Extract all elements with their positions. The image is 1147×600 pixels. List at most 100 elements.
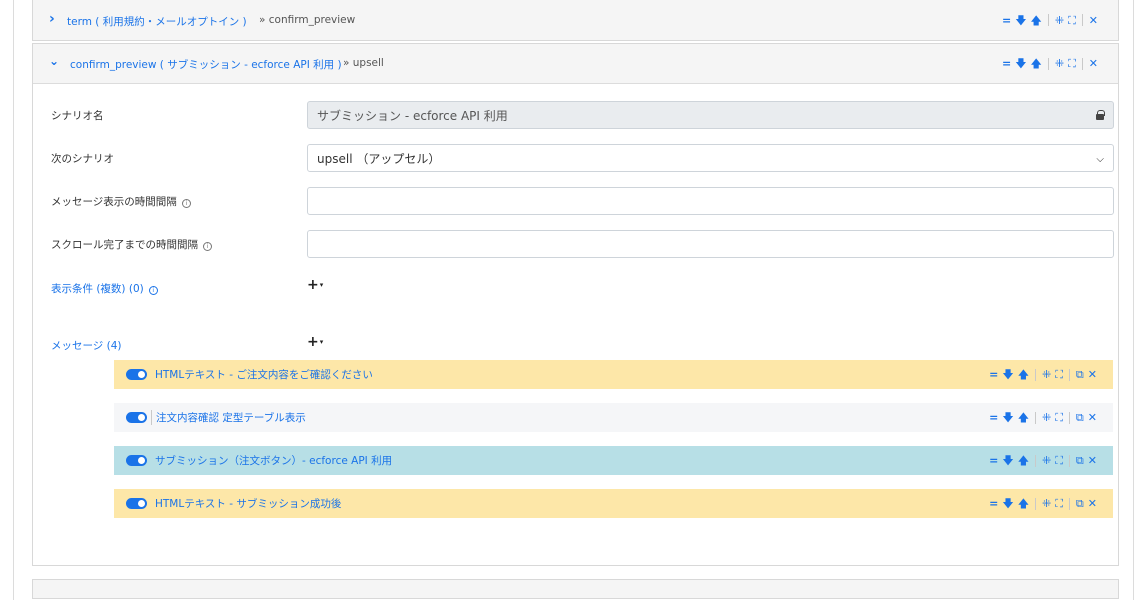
- next-scenario-label: 次のシナリオ: [51, 153, 114, 165]
- enable-toggle[interactable]: [126, 412, 147, 423]
- chevron-right-icon[interactable]: ›: [49, 11, 55, 27]
- equals-icon[interactable]: =: [1002, 58, 1011, 69]
- move-down-icon[interactable]: 🡇: [1015, 58, 1026, 69]
- divider: [1047, 14, 1049, 26]
- panel-title[interactable]: term ( 利用規約・メールオプトイン ): [67, 14, 247, 29]
- divider: [1035, 497, 1036, 510]
- conditions-text[interactable]: 表示条件 (複数) (0): [51, 283, 144, 295]
- message-label[interactable]: HTMLテキスト - ご注文内容をご確認ください: [155, 367, 373, 382]
- message-toolbar: = 🡇 🡅 ⁜ ⛶ ⧉ ✕: [989, 403, 1097, 432]
- copy-icon[interactable]: ⧉: [1076, 455, 1084, 466]
- divider: [1068, 497, 1070, 510]
- panel-title[interactable]: confirm_preview ( サブミッション - ecforce API …: [70, 57, 342, 72]
- move-up-icon[interactable]: 🡅: [1031, 58, 1042, 69]
- message-label[interactable]: 注文内容確認 定型テーブル表示: [151, 410, 306, 425]
- move-down-icon[interactable]: 🡇: [1002, 498, 1013, 509]
- move-up-icon[interactable]: 🡅: [1031, 15, 1042, 26]
- conditions-label[interactable]: 表示条件 (複数) (0) i: [51, 281, 158, 296]
- message-interval-label: メッセージ表示の時間間隔 i: [51, 194, 191, 209]
- caret-down-icon: ▾: [319, 281, 324, 289]
- caret-down-icon: ▾: [319, 338, 324, 346]
- equals-icon[interactable]: =: [989, 412, 998, 423]
- plus-icon: +: [307, 277, 319, 293]
- equals-icon[interactable]: =: [989, 369, 998, 380]
- expand-icon[interactable]: ⛶: [1055, 412, 1063, 423]
- copy-icon[interactable]: ⧉: [1076, 498, 1084, 509]
- panel-toolbar: = 🡇 🡅 ⁜ ⛶ ✕: [1002, 44, 1098, 83]
- panel-next-scenario: » upsell: [343, 57, 384, 69]
- collapse-icon[interactable]: ⁜: [1042, 369, 1051, 380]
- plus-icon: +: [307, 334, 319, 350]
- collapse-icon[interactable]: ⁜: [1042, 412, 1051, 423]
- message-toolbar: = 🡇 🡅 ⁜ ⛶ ⧉ ✕: [989, 446, 1097, 475]
- message-row[interactable]: サブミッション（注文ボタン）- ecforce API 利用 = 🡇 🡅 ⁜ ⛶…: [114, 446, 1113, 475]
- copy-icon[interactable]: ⧉: [1076, 369, 1084, 380]
- move-up-icon[interactable]: 🡅: [1018, 369, 1029, 380]
- collapse-icon[interactable]: ⁜: [1055, 15, 1064, 26]
- message-label[interactable]: HTMLテキスト - サブミッション成功後: [155, 496, 341, 511]
- expand-icon[interactable]: ⛶: [1055, 369, 1063, 380]
- scroll-interval-label: スクロール完了までの時間間隔 i: [51, 237, 212, 252]
- scenario-panel-next[interactable]: [32, 579, 1119, 599]
- move-down-icon[interactable]: 🡇: [1002, 412, 1013, 423]
- move-up-icon[interactable]: 🡅: [1018, 412, 1029, 423]
- panel-header[interactable]: ⌄ confirm_preview ( サブミッション - ecforce AP…: [33, 44, 1118, 84]
- divider: [1047, 57, 1049, 70]
- move-down-icon[interactable]: 🡇: [1002, 369, 1013, 380]
- expand-icon[interactable]: ⛶: [1068, 15, 1076, 26]
- collapse-icon[interactable]: ⁜: [1055, 58, 1064, 69]
- panel-toolbar: = 🡇 🡅 ⁜ ⛶ ✕: [1002, 0, 1098, 40]
- divider: [1081, 57, 1083, 70]
- enable-toggle[interactable]: [126, 498, 147, 509]
- message-row[interactable]: 注文内容確認 定型テーブル表示 = 🡇 🡅 ⁜ ⛶ ⧉ ✕: [114, 403, 1113, 432]
- next-scenario-value: upsell （アップセル）: [317, 151, 441, 166]
- chevron-down-icon[interactable]: ⌄: [49, 54, 59, 68]
- message-toolbar: = 🡇 🡅 ⁜ ⛶ ⧉ ✕: [989, 489, 1097, 518]
- info-icon[interactable]: i: [181, 199, 191, 208]
- collapse-icon[interactable]: ⁜: [1042, 498, 1051, 509]
- expand-icon[interactable]: ⛶: [1055, 455, 1063, 466]
- move-up-icon[interactable]: 🡅: [1018, 498, 1029, 509]
- expand-icon[interactable]: ⛶: [1068, 58, 1076, 69]
- close-icon[interactable]: ✕: [1089, 58, 1098, 69]
- message-toolbar: = 🡇 🡅 ⁜ ⛶ ⧉ ✕: [989, 360, 1097, 389]
- scenario-panel-term: › term ( 利用規約・メールオプトイン ) » confirm_previ…: [32, 0, 1119, 41]
- enable-toggle[interactable]: [126, 455, 147, 466]
- expand-icon[interactable]: ⛶: [1055, 498, 1063, 509]
- divider: [1035, 411, 1036, 424]
- scenario-name-label: シナリオ名: [51, 110, 104, 122]
- equals-icon[interactable]: =: [989, 498, 998, 509]
- message-label[interactable]: サブミッション（注文ボタン）- ecforce API 利用: [155, 453, 392, 468]
- equals-icon[interactable]: =: [989, 455, 998, 466]
- scroll-interval-text: スクロール完了までの時間間隔: [51, 239, 198, 251]
- collapse-icon[interactable]: ⁜: [1042, 455, 1051, 466]
- scenario-name-field: サブミッション - ecforce API 利用: [307, 101, 1114, 129]
- next-scenario-select[interactable]: upsell （アップセル） ⌵: [307, 144, 1114, 172]
- close-icon[interactable]: ✕: [1088, 412, 1097, 423]
- divider: [1068, 368, 1070, 381]
- message-row[interactable]: HTMLテキスト - サブミッション成功後 = 🡇 🡅 ⁜ ⛶ ⧉ ✕: [114, 489, 1113, 518]
- panel-next-scenario: » confirm_preview: [259, 14, 356, 26]
- message-interval-input[interactable]: [307, 187, 1114, 215]
- messages-label[interactable]: メッセージ (4): [51, 338, 122, 353]
- move-down-icon[interactable]: 🡇: [1002, 455, 1013, 466]
- close-icon[interactable]: ✕: [1088, 369, 1097, 380]
- move-down-icon[interactable]: 🡇: [1015, 15, 1026, 26]
- close-icon[interactable]: ✕: [1089, 15, 1098, 26]
- panel-header[interactable]: › term ( 利用規約・メールオプトイン ) » confirm_previ…: [33, 0, 1118, 40]
- divider: [1035, 454, 1036, 467]
- copy-icon[interactable]: ⧉: [1076, 412, 1084, 423]
- info-icon[interactable]: i: [203, 242, 212, 251]
- message-row[interactable]: HTMLテキスト - ご注文内容をご確認ください = 🡇 🡅 ⁜ ⛶ ⧉ ✕: [114, 360, 1113, 389]
- enable-toggle[interactable]: [126, 369, 147, 380]
- divider: [1035, 368, 1036, 381]
- equals-icon[interactable]: =: [1002, 15, 1011, 26]
- move-up-icon[interactable]: 🡅: [1018, 455, 1029, 466]
- close-icon[interactable]: ✕: [1088, 455, 1097, 466]
- message-interval-text: メッセージ表示の時間間隔: [51, 196, 177, 208]
- scroll-interval-input[interactable]: [307, 230, 1114, 258]
- add-message-button[interactable]: +▾: [307, 334, 323, 350]
- info-icon[interactable]: i: [148, 286, 158, 295]
- close-icon[interactable]: ✕: [1088, 498, 1097, 509]
- add-condition-button[interactable]: +▾: [307, 277, 323, 293]
